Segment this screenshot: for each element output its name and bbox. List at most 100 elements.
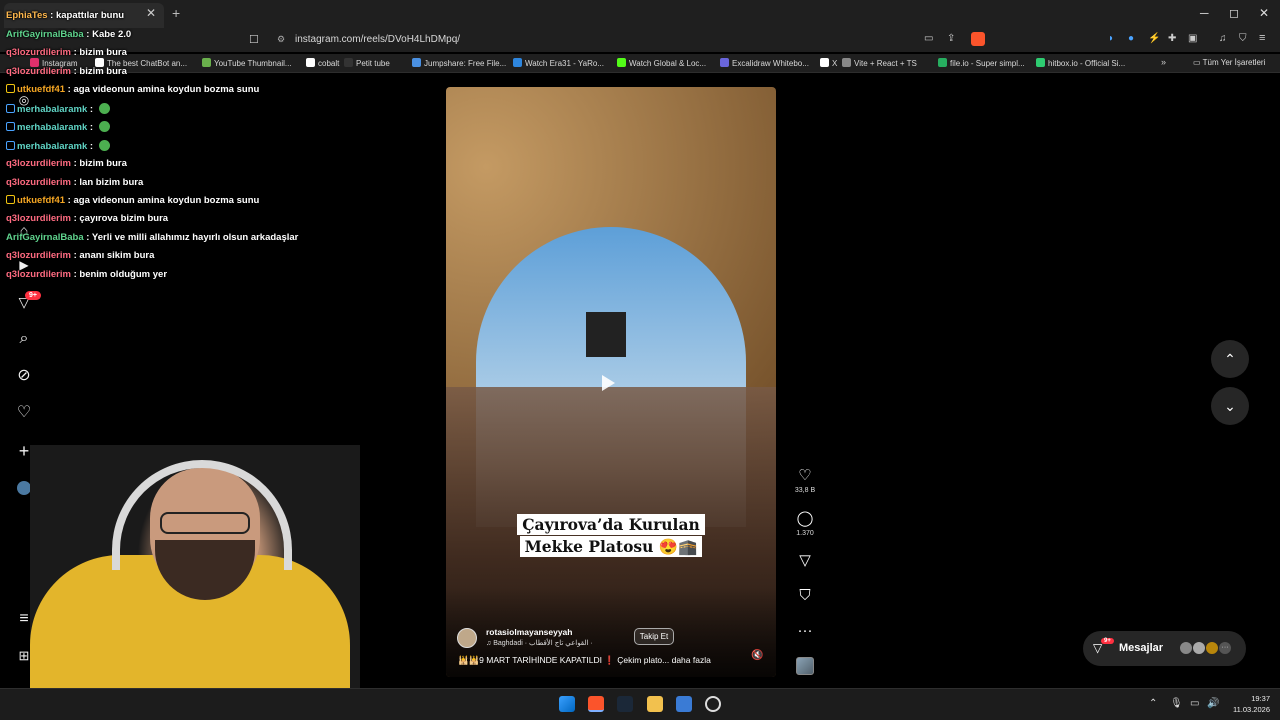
play-icon[interactable] bbox=[602, 375, 615, 391]
more-action[interactable]: ··· bbox=[794, 622, 816, 640]
clock[interactable]: 19:37 11.03.2026 bbox=[1228, 693, 1270, 715]
chat-text: bizim bura bbox=[79, 47, 127, 58]
chat-separator: : bbox=[65, 195, 74, 206]
chat-username: q3lozurdilerim bbox=[6, 177, 71, 188]
save-action[interactable]: ⛉ bbox=[794, 587, 816, 605]
obs-icon[interactable] bbox=[705, 696, 721, 712]
bookmark-label: Watch Era31 - YaRo... bbox=[525, 59, 604, 68]
send-icon[interactable]: ▽ bbox=[794, 552, 816, 570]
network-icon[interactable]: ▭ bbox=[1190, 698, 1199, 709]
chat-message: EphiaTes : kapattılar bunu bbox=[6, 10, 124, 21]
video-frame-kaaba bbox=[586, 312, 626, 357]
more-icon[interactable]: ··· bbox=[794, 622, 816, 640]
reel-caption[interactable]: 🕌🕌9 MART TARİHİNDE KAPATILDI ❗️ Çekim pl… bbox=[458, 655, 711, 666]
author-avatar[interactable] bbox=[457, 628, 477, 648]
next-reel-button[interactable]: ⌄ bbox=[1211, 387, 1249, 425]
microphone-icon[interactable]: 🎙 bbox=[1170, 698, 1183, 709]
bookmark-item[interactable]: X bbox=[820, 58, 837, 68]
bookmark-star-icon[interactable]: ☐ bbox=[249, 33, 259, 46]
chat-separator: : bbox=[87, 122, 96, 133]
bookmark-label: Jumpshare: Free File... bbox=[424, 59, 507, 68]
brave-browser-icon[interactable] bbox=[588, 696, 604, 712]
mute-icon[interactable]: 🔇 bbox=[751, 650, 763, 661]
chat-text: aga videonun amina koydun bozma sunu bbox=[73, 84, 260, 95]
media-icon[interactable]: ♫ bbox=[1219, 33, 1227, 44]
bookmark-item[interactable]: file.io - Super simpl... bbox=[938, 58, 1025, 68]
chat-emote-icon bbox=[98, 103, 110, 114]
app-icon[interactable] bbox=[676, 696, 692, 712]
all-bookmarks-folder[interactable]: ▭ Tüm Yer İşaretleri bbox=[1193, 58, 1265, 67]
bookmark-label: file.io - Super simpl... bbox=[950, 59, 1025, 68]
bookmark-favicon-icon bbox=[1036, 58, 1045, 67]
maximize-button[interactable]: ◻ bbox=[1229, 6, 1239, 20]
reel-video[interactable]: Çayırova’da Kurulan Mekke Platosu 😍🕋 rot… bbox=[446, 87, 776, 677]
comment-icon[interactable]: ◯ bbox=[794, 510, 816, 528]
search-icon[interactable]: ⌕ bbox=[14, 329, 34, 349]
bookmark-item[interactable]: Excalidraw Whitebo... bbox=[720, 58, 809, 68]
bookmark-item[interactable]: YouTube Thumbnail... bbox=[202, 58, 292, 68]
chat-username: q3lozurdilerim bbox=[6, 158, 71, 169]
minimize-button[interactable]: ─ bbox=[1200, 6, 1209, 20]
audio-thumbnail[interactable] bbox=[796, 657, 814, 675]
site-info-icon[interactable]: ⚙ bbox=[277, 34, 285, 45]
clock-time: 19:37 bbox=[1251, 694, 1270, 703]
bookmark-item[interactable]: cobalt bbox=[306, 58, 339, 68]
author-username[interactable]: rotasiolmayanseyyah bbox=[486, 627, 572, 637]
bookmark-item[interactable]: Jumpshare: Free File... bbox=[412, 58, 506, 68]
extension-icon[interactable]: ⚡ bbox=[1148, 33, 1160, 44]
wallet-icon[interactable]: ⛉ bbox=[1239, 33, 1247, 44]
new-tab-button[interactable]: + bbox=[172, 5, 180, 21]
avatar bbox=[1192, 641, 1206, 655]
explore-icon[interactable]: ⊘ bbox=[14, 366, 34, 386]
avatar bbox=[1179, 641, 1193, 655]
share-action[interactable]: ▽ bbox=[794, 552, 816, 570]
file-explorer-icon[interactable] bbox=[647, 696, 663, 712]
chat-text: bizim bura bbox=[79, 66, 127, 77]
bookmark-item[interactable]: Watch Global & Loc... bbox=[617, 58, 706, 68]
previous-reel-button[interactable]: ⌃ bbox=[1211, 340, 1249, 378]
comment-action[interactable]: ◯ 1.370 bbox=[794, 510, 816, 537]
bookmark-label: Excalidraw Whitebo... bbox=[732, 59, 809, 68]
extensions-puzzle-icon[interactable]: ✚ bbox=[1168, 33, 1176, 44]
windows-start-icon[interactable] bbox=[559, 696, 575, 712]
heart-icon[interactable]: ♡ bbox=[794, 467, 816, 485]
chat-separator: : bbox=[65, 84, 74, 95]
close-window-button[interactable]: ✕ bbox=[1259, 6, 1269, 20]
bookmark-label: cobalt bbox=[318, 59, 340, 68]
url-field[interactable]: instagram.com/reels/DVoH4LhDMpq/ bbox=[295, 34, 460, 45]
tab-close-icon[interactable]: ✕ bbox=[146, 6, 156, 20]
cast-icon[interactable]: ▭ bbox=[924, 33, 933, 44]
menu-icon[interactable]: ≡ bbox=[1259, 32, 1265, 44]
chat-message: merhabalaramk : bbox=[6, 121, 110, 133]
steam-icon[interactable] bbox=[617, 696, 633, 712]
follow-button[interactable]: Takip Et bbox=[634, 628, 674, 645]
music-label[interactable]: ♫ Baghdadi · القواعي تاج الأقطاب · bbox=[486, 639, 593, 647]
bookmark-item[interactable]: Watch Era31 - YaRo... bbox=[513, 58, 604, 68]
chat-separator: : bbox=[47, 10, 56, 21]
bookmark-label: YouTube Thumbnail... bbox=[214, 59, 292, 68]
sidebar-toggle-icon[interactable]: ▣ bbox=[1188, 33, 1197, 44]
volume-icon[interactable]: 🔊 bbox=[1207, 698, 1219, 709]
chat-message: ArifGayirnalBaba : Kabe 2.0 bbox=[6, 29, 131, 40]
taskbar bbox=[0, 688, 1280, 720]
like-action[interactable]: ♡ 33,8 B bbox=[794, 467, 816, 494]
extension-icon[interactable]: ● bbox=[1128, 33, 1134, 44]
chat-username: ArifGayirnalBaba bbox=[6, 232, 84, 243]
tray-overflow-icon[interactable]: ⌃ bbox=[1149, 698, 1157, 709]
brave-shield-icon[interactable] bbox=[971, 32, 985, 46]
bookmark-item[interactable]: Vite + React + TS bbox=[842, 58, 917, 68]
bookmark-item[interactable]: Petit tube bbox=[344, 58, 390, 68]
chat-separator: : bbox=[83, 232, 92, 243]
bookmarks-more-icon[interactable]: » bbox=[1161, 57, 1166, 67]
chat-text: aga videonun amina koydun bozma sunu bbox=[73, 195, 260, 206]
chat-emote-icon bbox=[98, 121, 110, 132]
bookmark-item[interactable]: hitbox.io - Official Si... bbox=[1036, 58, 1125, 68]
chat-separator: : bbox=[87, 104, 96, 115]
extension-icon[interactable]: ◗ bbox=[1108, 33, 1114, 44]
chat-username: EphiaTes bbox=[6, 10, 48, 21]
share-icon[interactable]: ⇪ bbox=[947, 33, 955, 44]
chat-username: merhabalaramk bbox=[17, 104, 88, 115]
bookmark-favicon-icon bbox=[412, 58, 421, 67]
bookmark-icon[interactable]: ⛉ bbox=[794, 587, 816, 605]
heart-icon[interactable]: ♡ bbox=[14, 403, 34, 423]
